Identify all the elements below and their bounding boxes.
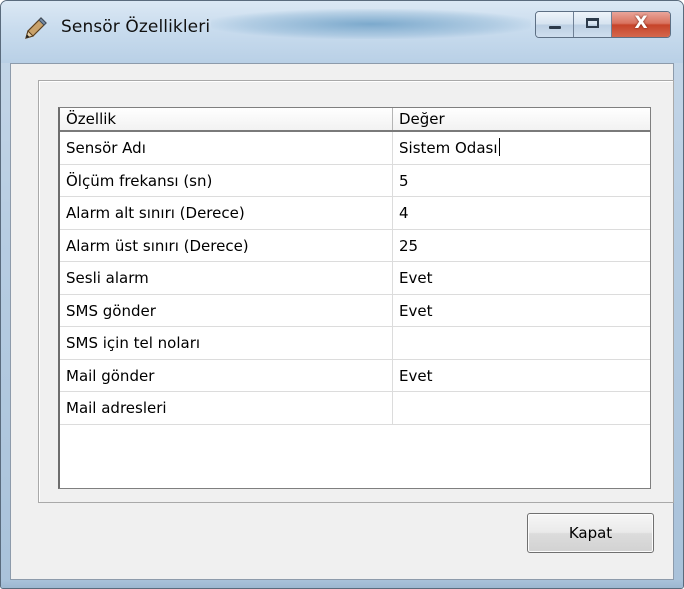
grid-row-sensor-name[interactable]: Sensör Adı Sistem Odası [60, 132, 650, 165]
maximize-button[interactable] [574, 12, 612, 37]
window-bottom-edge [1, 580, 683, 588]
grid-row-frequency[interactable]: Ölçüm frekansı (sn) 5 [60, 164, 650, 197]
property-cell: Mail gönder [60, 359, 393, 391]
property-cell: Alarm üst sınırı (Derece) [60, 229, 393, 261]
text-caret [498, 138, 500, 156]
grid-row-alarm-upper[interactable]: Alarm üst sınırı (Derece) 25 [60, 229, 650, 262]
close-window-button[interactable]: X [612, 12, 670, 37]
maximize-icon [586, 18, 599, 28]
grid-row-mail-addresses[interactable]: Mail adresleri [60, 392, 650, 425]
window-title: Sensör Özellikleri [61, 17, 211, 37]
property-cell: SMS gönder [60, 294, 393, 326]
property-cell: SMS için tel noları [60, 327, 393, 359]
value-cell[interactable]: 4 [393, 197, 650, 229]
grid-row-send-mail[interactable]: Mail gönder Evet [60, 359, 650, 392]
minimize-icon [549, 26, 561, 29]
properties-group: Özellik Değer Sensör Adı Sistem Odası Öl… [38, 80, 674, 503]
value-cell[interactable]: 25 [393, 230, 650, 262]
client-area: Özellik Değer Sensör Adı Sistem Odası Öl… [10, 63, 674, 580]
value-text: Sistem Odası [399, 139, 498, 157]
value-cell[interactable]: Evet [393, 262, 650, 294]
column-header-property[interactable]: Özellik [60, 108, 393, 130]
value-cell[interactable] [393, 327, 650, 359]
minimize-button[interactable] [536, 12, 574, 37]
value-cell[interactable]: Evet [393, 360, 650, 392]
title-glow [211, 9, 531, 39]
dialog-window: Sensör Özellikleri X Özellik Değer Sensö… [0, 0, 684, 589]
grid-row-alarm-lower[interactable]: Alarm alt sınırı (Derece) 4 [60, 197, 650, 230]
property-cell: Mail adresleri [60, 392, 393, 424]
grid-row-sms-numbers[interactable]: SMS için tel noları [60, 327, 650, 360]
value-cell[interactable] [393, 392, 650, 424]
property-cell: Ölçüm frekansı (sn) [60, 164, 393, 196]
properties-grid[interactable]: Özellik Değer Sensör Adı Sistem Odası Öl… [58, 107, 651, 489]
value-cell[interactable]: Evet [393, 295, 650, 327]
property-cell: Sensör Adı [60, 132, 393, 164]
property-cell: Alarm alt sınırı (Derece) [60, 197, 393, 229]
grid-row-send-sms[interactable]: SMS gönder Evet [60, 294, 650, 327]
title-bar[interactable]: Sensör Özellikleri X [1, 1, 683, 63]
column-header-value[interactable]: Değer [393, 108, 650, 130]
close-icon: X [634, 13, 648, 33]
pen-icon [25, 17, 47, 39]
close-button[interactable]: Kapat [527, 513, 654, 553]
grid-row-sound-alarm[interactable]: Sesli alarm Evet [60, 262, 650, 295]
property-cell: Sesli alarm [60, 262, 393, 294]
grid-header: Özellik Değer [60, 108, 650, 132]
caption-buttons: X [535, 11, 671, 38]
value-cell-editing[interactable]: Sistem Odası [393, 132, 650, 164]
value-cell[interactable]: 5 [393, 165, 650, 197]
